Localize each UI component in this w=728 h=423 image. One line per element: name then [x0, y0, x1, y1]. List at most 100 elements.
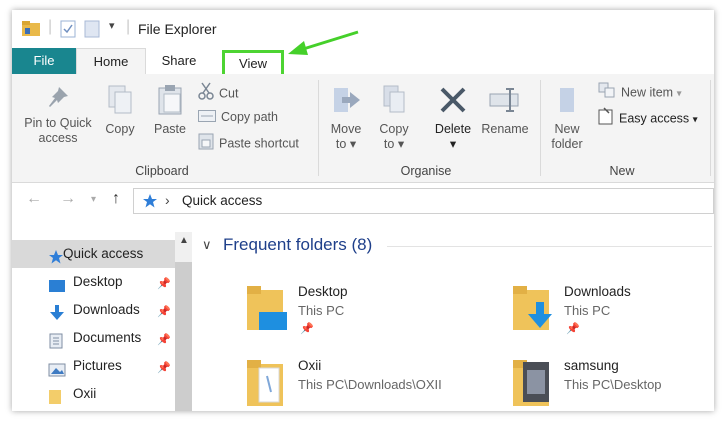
- ribbon-separator: [318, 80, 319, 176]
- new-folder-quick-icon[interactable]: [84, 20, 100, 43]
- up-arrow-icon[interactable]: ↑: [112, 190, 120, 208]
- forward-arrow-icon[interactable]: →: [60, 190, 76, 208]
- folder-icon: [48, 387, 62, 411]
- tab-home[interactable]: Home: [76, 48, 146, 75]
- new-item-label: New item: [621, 85, 674, 100]
- paste-shortcut-icon: [198, 132, 214, 156]
- folder-location: This PC\Downloads\OXII: [298, 377, 442, 392]
- sidebar-item-quick-access[interactable]: Quick access: [12, 240, 175, 268]
- new-folder-label-line1: New: [554, 122, 580, 136]
- address-bar[interactable]: › Quick access: [133, 188, 714, 214]
- sidebar-item-pictures[interactable]: Pictures 📌: [12, 352, 175, 380]
- address-location[interactable]: Quick access: [182, 193, 262, 208]
- copy-to-icon: [383, 85, 405, 113]
- pin-label-line1: Pin to Quick: [24, 116, 92, 130]
- pin-icon: 📌: [300, 323, 314, 335]
- back-arrow-icon[interactable]: ←: [26, 190, 42, 208]
- sidebar-item-documents[interactable]: Documents 📌: [12, 324, 175, 352]
- customize-toolbar-chevron-icon[interactable]: ▾: [109, 19, 115, 32]
- paste-shortcut-label: Paste shortcut: [219, 136, 299, 151]
- pin-icon[interactable]: 📌: [157, 298, 171, 326]
- tab-share[interactable]: Share: [150, 48, 208, 74]
- breadcrumb-separator: ›: [165, 192, 170, 208]
- pin-icon: [49, 87, 68, 107]
- properties-icon[interactable]: [60, 20, 76, 43]
- copy-to-label-line1: Copy: [379, 122, 409, 136]
- rename-icon: [489, 88, 519, 112]
- pin-icon[interactable]: 📌: [157, 326, 171, 354]
- new-item-button[interactable]: New item ▾: [598, 82, 682, 102]
- sidebar-item-label: Quick access: [63, 246, 144, 261]
- easy-access-button[interactable]: Easy access ▾: [598, 107, 698, 127]
- title-divider: |: [126, 18, 131, 35]
- folder-tile-desktop[interactable]: Desktop This PC 📌: [245, 284, 475, 344]
- sidebar-scrollbar[interactable]: ▲: [175, 232, 192, 411]
- sidebar-item-label: Oxii: [73, 386, 97, 401]
- sidebar-item-label: Desktop: [73, 274, 123, 289]
- folder-app-icon: [21, 20, 41, 43]
- cut-label: Cut: [219, 86, 239, 101]
- pin-icon: 📌: [566, 323, 580, 335]
- easy-access-icon: [598, 107, 614, 131]
- move-to-label-line1: Move: [330, 122, 362, 136]
- scissors-icon: [198, 82, 214, 106]
- folder-location: This PC\Desktop: [564, 377, 662, 392]
- collapse-chevron-icon[interactable]: ∨: [202, 237, 212, 253]
- pin-to-quick-access-button[interactable]: Pin to Quick access: [18, 84, 98, 146]
- annotation-arrow-icon: [288, 30, 359, 55]
- downloads-folder-icon: [511, 284, 555, 339]
- copy-path-button[interactable]: Copy path: [198, 107, 278, 127]
- folder-name: samsung: [564, 358, 619, 373]
- delete-dropdown-icon[interactable]: ▾: [430, 137, 476, 152]
- ribbon-home: Pin to Quick access Copy Paste Cut Copy …: [12, 74, 714, 183]
- pin-label-line2: access: [38, 131, 78, 145]
- desktop-folder-icon: [245, 284, 289, 339]
- quick-access-star-icon: [142, 193, 158, 214]
- folder-tile-downloads[interactable]: Downloads This PC 📌: [511, 284, 714, 344]
- content-pane: ∨ Frequent folders (8) Desktop This PC 📌…: [197, 232, 714, 411]
- delete-button[interactable]: Delete ▾: [430, 84, 476, 152]
- paste-shortcut-button[interactable]: Paste shortcut: [198, 132, 299, 152]
- copy-button[interactable]: Copy: [102, 84, 138, 137]
- copy-path-label: Copy path: [221, 110, 278, 124]
- sidebar-item-downloads[interactable]: Downloads 📌: [12, 296, 175, 324]
- copy-icon: [108, 85, 132, 114]
- sidebar-item-label: Downloads: [73, 302, 140, 317]
- folder-name: Desktop: [298, 284, 348, 299]
- folder-location: This PC: [298, 303, 345, 318]
- scroll-thumb[interactable]: [175, 262, 192, 411]
- organise-group-label: Organise: [400, 164, 452, 178]
- scroll-up-icon[interactable]: ▲: [179, 235, 189, 246]
- new-folder-label-line2: folder: [551, 137, 583, 151]
- easy-access-label: Easy access: [619, 111, 690, 126]
- sidebar-item-label: Documents: [73, 330, 142, 345]
- new-item-icon: [598, 82, 616, 104]
- samsung-folder-icon: [511, 358, 555, 411]
- navigation-bar: ← → ▾ ↑ › Quick access: [12, 188, 714, 214]
- window-title: File Explorer: [138, 21, 217, 37]
- paste-icon: [158, 85, 182, 115]
- sidebar-item-oxii[interactable]: Oxii: [12, 380, 175, 408]
- move-to-label-line2: to ▾: [335, 137, 357, 151]
- recent-locations-chevron-icon[interactable]: ▾: [91, 194, 96, 205]
- ribbon-separator: [540, 80, 541, 176]
- folder-tile-samsung[interactable]: samsung This PC\Desktop: [511, 358, 714, 411]
- section-title[interactable]: Frequent folders (8): [223, 235, 372, 255]
- copy-to-label-line2: to ▾: [383, 137, 405, 151]
- copy-to-button[interactable]: Copy to ▾: [374, 84, 414, 152]
- move-to-icon: [334, 88, 360, 112]
- new-folder-button[interactable]: New folder: [544, 84, 590, 152]
- cut-button[interactable]: Cut: [198, 82, 238, 102]
- pin-icon[interactable]: 📌: [157, 354, 171, 382]
- paste-button[interactable]: Paste: [150, 84, 190, 137]
- pin-icon[interactable]: 📌: [157, 270, 171, 298]
- move-to-button[interactable]: Move to ▾: [326, 84, 366, 152]
- rename-button[interactable]: Rename: [478, 84, 532, 137]
- sidebar-item-desktop[interactable]: Desktop 📌: [12, 268, 175, 296]
- tab-file[interactable]: File: [12, 48, 76, 74]
- delete-label: Delete: [434, 122, 472, 136]
- navigation-pane: Quick access Desktop 📌 Downloads 📌 Docum…: [12, 232, 192, 411]
- folder-tile-oxii[interactable]: Oxii This PC\Downloads\OXII: [245, 358, 475, 411]
- folder-name: Downloads: [564, 284, 631, 299]
- copy-label: Copy: [105, 122, 135, 136]
